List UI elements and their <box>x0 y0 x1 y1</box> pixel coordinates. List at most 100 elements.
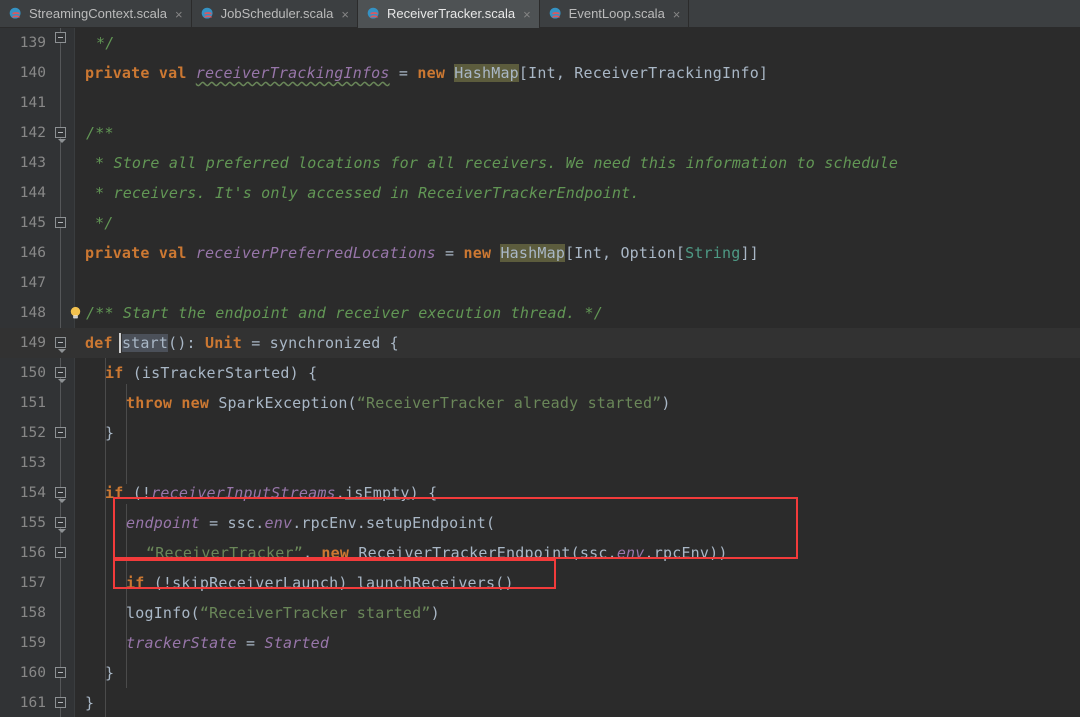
code-token-keyword-new: new <box>463 244 492 262</box>
line-number: 154 <box>19 485 46 501</box>
code-line-156[interactable]: 156 “ReceiverTracker”, new ReceiverTrack… <box>0 538 1080 568</box>
code-token-string: “ReceiverTracker started” <box>199 604 431 622</box>
tab-eventloop-scala[interactable]: EventLoop.scala × <box>540 0 690 28</box>
line-number: 157 <box>19 575 46 591</box>
code-line-145[interactable]: 145 */ <box>0 208 1080 238</box>
fold-marker-collapse[interactable] <box>55 32 66 43</box>
code-line-141[interactable]: 141 <box>0 88 1080 118</box>
code-line-143[interactable]: 143 * Store all preferred locations for … <box>0 148 1080 178</box>
code-token-string: “ReceiverTracker already started” <box>356 394 662 412</box>
line-number: 158 <box>19 605 46 621</box>
code-token-keyword-private: private <box>85 244 150 262</box>
code-line-158[interactable]: 158 logInfo(“ReceiverTracker started”) <box>0 598 1080 628</box>
code-token-comment: * receivers. It's only accessed in Recei… <box>95 184 640 202</box>
line-number: 155 <box>19 515 46 531</box>
fold-marker-expand[interactable] <box>55 127 66 138</box>
code-token-search-highlight: HashMap <box>500 244 566 262</box>
code-token-static-method: isEmpty <box>345 484 410 502</box>
code-editor[interactable]: 139 */ 140 private val receiverTrackingI… <box>0 28 1080 717</box>
code-token-method-call: logInfo( <box>126 604 200 622</box>
code-token-generic-args: [Int, ReceiverTrackingInfo] <box>518 64 769 82</box>
code-token-type-unit: Unit <box>205 334 242 352</box>
code-token-keyword-new: new <box>321 544 350 562</box>
line-number: 151 <box>19 395 46 411</box>
tab-streamingcontext-scala[interactable]: StreamingContext.scala × <box>0 0 192 28</box>
code-token-generic-close: ]] <box>740 244 759 262</box>
code-token-keyword-def: def <box>85 334 113 352</box>
code-line-149[interactable]: 149 def start(): Unit = synchronized { <box>0 328 1080 358</box>
code-token-keyword-if: if <box>105 364 124 382</box>
code-line-144[interactable]: 144 * receivers. It's only accessed in R… <box>0 178 1080 208</box>
code-token-close-paren: ) <box>430 604 440 622</box>
tab-close-icon[interactable]: × <box>523 8 531 21</box>
line-number: 150 <box>19 365 46 381</box>
code-token-brace: } <box>105 664 115 682</box>
code-token-field-endpoint: endpoint <box>126 514 200 532</box>
tab-receivertracker-scala[interactable]: ReceiverTracker.scala × <box>357 0 540 28</box>
code-line-151[interactable]: 151 throw new SparkException(“ReceiverTr… <box>0 388 1080 418</box>
code-token-call-chain: .rpcEnv.setupEndpoint( <box>292 514 496 532</box>
code-token-field-name: receiverTrackingInfos <box>195 64 390 82</box>
line-number: 161 <box>19 695 46 711</box>
code-line-148[interactable]: 148 /** Start the endpoint and receiver … <box>0 298 1080 328</box>
code-token-dot: . <box>335 484 346 502</box>
line-number: 152 <box>19 425 46 441</box>
code-token-brace: } <box>105 424 115 442</box>
code-token-equals: = <box>398 64 409 82</box>
code-token-call-end: .rpcEnv)) <box>644 544 728 562</box>
code-line-140[interactable]: 140 private val receiverTrackingInfos = … <box>0 58 1080 88</box>
tab-close-icon[interactable]: × <box>341 8 349 21</box>
code-line-146[interactable]: 146 private val receiverPreferredLocatio… <box>0 238 1080 268</box>
scala-file-icon <box>201 7 213 19</box>
fold-marker-expand[interactable] <box>55 517 66 528</box>
code-token-field-name: receiverPreferredLocations <box>195 244 436 262</box>
tab-close-icon[interactable]: × <box>673 8 681 21</box>
fold-marker-collapse[interactable] <box>55 217 66 228</box>
line-number: 141 <box>19 95 46 111</box>
code-line-150[interactable]: 150 if (isTrackerStarted) { <box>0 358 1080 388</box>
code-token-open: (! <box>123 484 152 502</box>
line-number: 156 <box>19 545 46 561</box>
tab-label: ReceiverTracker.scala <box>386 6 516 21</box>
tab-label: EventLoop.scala <box>568 6 665 21</box>
intention-lightbulb-icon[interactable] <box>68 305 83 321</box>
fold-marker-collapse[interactable] <box>55 547 66 558</box>
code-line-160[interactable]: 160 } <box>0 658 1080 688</box>
code-token-close-paren: ) <box>661 394 671 412</box>
line-number: 144 <box>19 185 46 201</box>
code-line-147[interactable]: 147 <box>0 268 1080 298</box>
code-line-157[interactable]: 157 if (!skipReceiverLaunch) launchRecei… <box>0 568 1080 598</box>
code-token-keyword-throw: throw <box>126 394 173 412</box>
code-token-field-env: env <box>616 544 645 562</box>
code-line-142[interactable]: 142 /** <box>0 118 1080 148</box>
code-line-155[interactable]: 155 endpoint = ssc.env.rpcEnv.setupEndpo… <box>0 508 1080 538</box>
line-number: 145 <box>19 215 46 231</box>
fold-marker-expand[interactable] <box>55 487 66 498</box>
fold-marker-collapse[interactable] <box>55 697 66 708</box>
fold-marker-collapse[interactable] <box>55 427 66 438</box>
fold-marker-expand[interactable] <box>55 367 66 378</box>
tab-label: JobScheduler.scala <box>220 6 334 21</box>
code-token-parens: (): <box>168 334 206 352</box>
tab-close-icon[interactable]: × <box>175 8 183 21</box>
code-line-139[interactable]: 139 */ <box>0 28 1080 58</box>
code-token-method-name: start <box>121 334 169 352</box>
fold-marker-collapse[interactable] <box>55 667 66 678</box>
code-line-154[interactable]: 154 if (!receiverInputStreams.isEmpty) { <box>0 478 1080 508</box>
code-token-keyword-val: val <box>158 64 187 82</box>
code-line-159[interactable]: 159 trackerState = Started <box>0 628 1080 658</box>
code-token-field-env: env <box>264 514 293 532</box>
code-token-comment: * Store all preferred locations for all … <box>95 154 899 172</box>
code-token-class-call: ReceiverTrackerEndpoint(ssc. <box>349 544 617 562</box>
scala-file-icon <box>549 7 561 19</box>
fold-marker-expand[interactable] <box>55 337 66 348</box>
code-token-keyword-if: if <box>105 484 124 502</box>
code-line-153[interactable]: 153 <box>0 448 1080 478</box>
code-token-condition: (isTrackerStarted) { <box>123 364 318 382</box>
code-token-keyword-new: new <box>181 394 210 412</box>
code-token-comment: */ <box>96 34 115 52</box>
line-number: 153 <box>19 455 46 471</box>
code-line-152[interactable]: 152 } <box>0 418 1080 448</box>
tab-jobscheduler-scala[interactable]: JobScheduler.scala × <box>192 0 358 28</box>
code-line-161[interactable]: 161 } <box>0 688 1080 717</box>
